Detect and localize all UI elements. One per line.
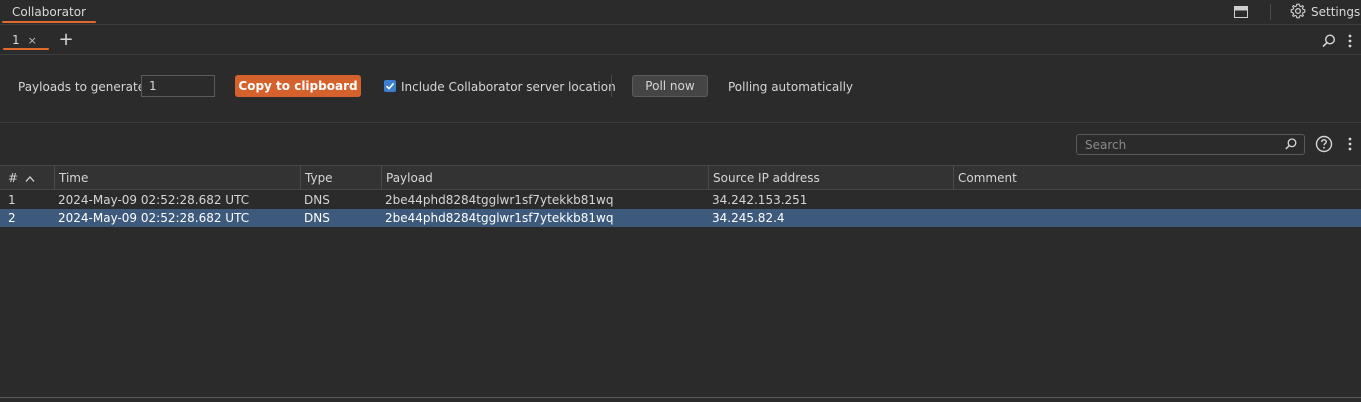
cell-number: 2 bbox=[8, 211, 16, 225]
sort-ascending-icon bbox=[25, 166, 35, 192]
copy-to-clipboard-button[interactable]: Copy to clipboard bbox=[235, 75, 361, 97]
close-icon[interactable]: × bbox=[28, 34, 37, 47]
column-header-payload[interactable]: Payload bbox=[382, 165, 709, 190]
search-placeholder: Search bbox=[1085, 138, 1127, 152]
polling-status: Polling automatically bbox=[728, 80, 853, 94]
section-divider bbox=[0, 122, 1361, 123]
tab-1[interactable]: 1 × bbox=[3, 30, 47, 50]
settings-label: Settings bbox=[1311, 5, 1361, 19]
search-icon[interactable] bbox=[1284, 137, 1298, 151]
poll-now-button[interactable]: Poll now bbox=[632, 75, 708, 97]
cell-comment bbox=[953, 191, 1353, 209]
cell-time: 2024-May-09 02:52:28.682 UTC bbox=[58, 193, 250, 207]
panel-layout-icon[interactable] bbox=[1234, 6, 1248, 18]
sub-tab-bar bbox=[0, 25, 1361, 55]
column-header-type[interactable]: Type bbox=[301, 165, 382, 190]
toolbar-divider bbox=[1270, 4, 1271, 20]
toolbar-divider bbox=[611, 75, 612, 97]
column-header-source-ip[interactable]: Source IP address bbox=[709, 165, 954, 190]
column-header-number[interactable]: # bbox=[4, 165, 55, 190]
table-row-selected[interactable]: 2 2024-May-09 02:52:28.682 UTC DNS 2be44… bbox=[0, 209, 1361, 227]
cell-source-ip: 34.245.82.4 bbox=[712, 211, 785, 225]
cell-type: DNS bbox=[304, 193, 330, 207]
help-icon[interactable] bbox=[1315, 135, 1333, 153]
payloads-label: Payloads to generate: bbox=[18, 80, 150, 94]
column-header-comment[interactable]: Comment bbox=[954, 165, 1361, 190]
column-header-time[interactable]: Time bbox=[55, 165, 301, 190]
top-tab-bar bbox=[0, 0, 1361, 25]
cell-type: DNS bbox=[304, 211, 330, 225]
more-options-icon[interactable] bbox=[1344, 33, 1356, 49]
search-icon[interactable] bbox=[1321, 33, 1337, 49]
gear-icon bbox=[1290, 3, 1306, 22]
cell-payload: 2be44phd8284tgglwr1sf7ytekkb81wq bbox=[385, 211, 614, 225]
cell-source-ip: 34.242.153.251 bbox=[712, 193, 808, 207]
cell-payload: 2be44phd8284tgglwr1sf7ytekkb81wq bbox=[385, 193, 614, 207]
cell-comment bbox=[953, 209, 1353, 227]
include-location-checkbox[interactable] bbox=[384, 80, 396, 92]
add-tab-button[interactable]: + bbox=[57, 30, 75, 50]
tab-label: 1 bbox=[12, 33, 20, 47]
table-options-icon[interactable] bbox=[1344, 136, 1356, 152]
table-row[interactable]: 1 2024-May-09 02:52:28.682 UTC DNS 2be44… bbox=[0, 191, 1361, 209]
include-location-label[interactable]: Include Collaborator server location bbox=[401, 79, 616, 95]
active-subtab-indicator bbox=[3, 48, 49, 50]
cell-time: 2024-May-09 02:52:28.682 UTC bbox=[58, 211, 250, 225]
active-tab-indicator bbox=[2, 21, 96, 23]
cell-number: 1 bbox=[8, 193, 16, 207]
panel-resize-handle[interactable] bbox=[0, 397, 1361, 398]
payloads-count-input[interactable] bbox=[141, 75, 215, 97]
settings-button[interactable]: Settings bbox=[1290, 3, 1361, 22]
